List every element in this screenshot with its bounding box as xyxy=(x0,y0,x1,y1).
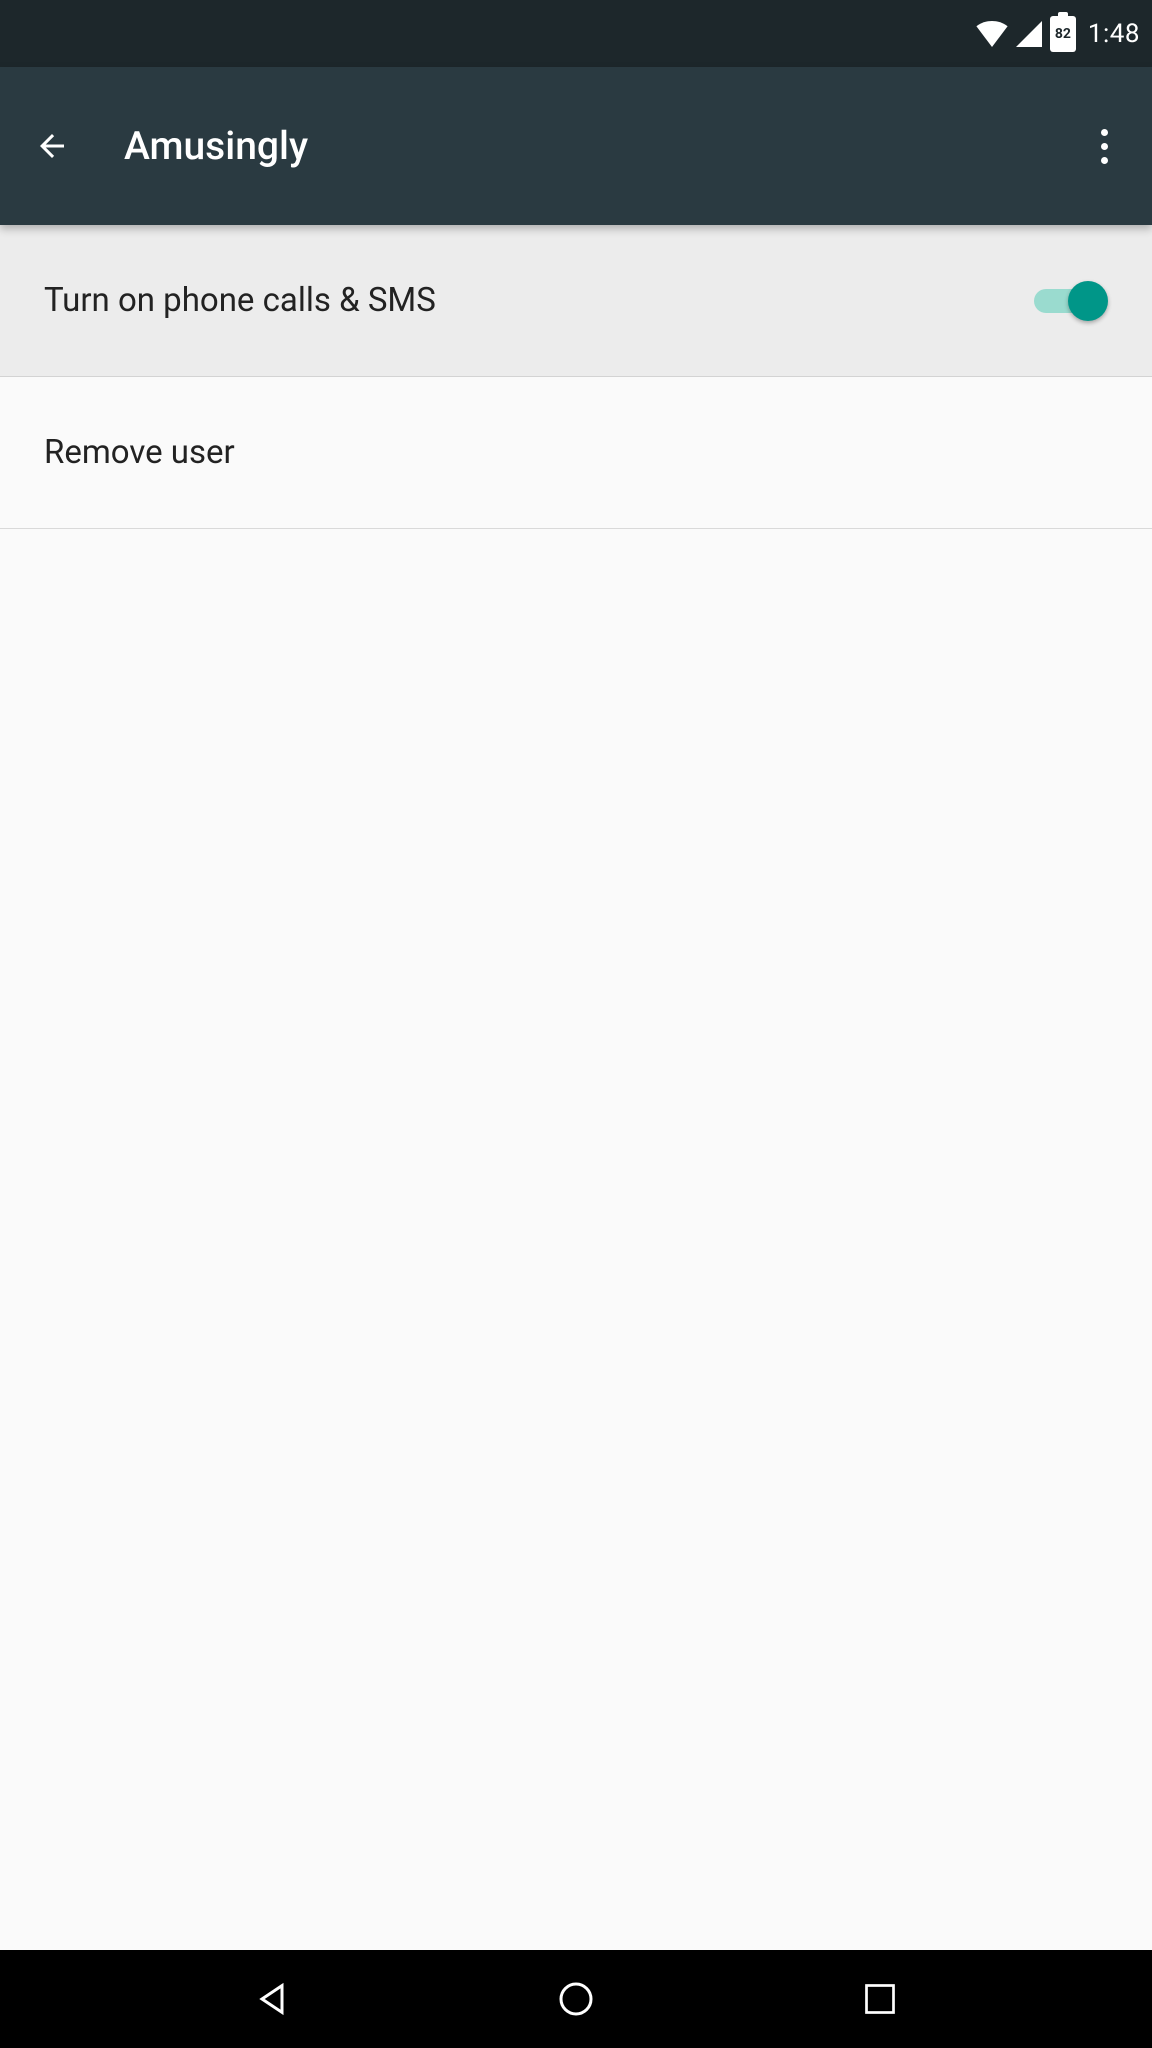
row-label: Remove user xyxy=(44,433,235,472)
more-vert-icon xyxy=(1101,129,1108,136)
nav-home-icon xyxy=(556,1979,596,2019)
cellular-signal-icon xyxy=(1016,21,1042,47)
battery-level: 82 xyxy=(1055,27,1071,41)
phone-calls-sms-toggle[interactable] xyxy=(1028,281,1108,321)
remove-user-row[interactable]: Remove user xyxy=(0,377,1152,529)
device-frame: 82 1:48 Amusingly Turn on phone calls & … xyxy=(0,0,1152,2048)
navigation-bar xyxy=(0,1950,1152,2048)
status-clock: 1:48 xyxy=(1088,19,1140,49)
nav-recent-icon xyxy=(862,1981,898,2017)
page-title: Amusingly xyxy=(124,123,308,169)
wifi-icon xyxy=(976,21,1008,47)
back-button[interactable] xyxy=(24,118,80,174)
nav-back-button[interactable] xyxy=(242,1969,302,2029)
app-bar: Amusingly xyxy=(0,67,1152,225)
phone-calls-sms-row[interactable]: Turn on phone calls & SMS xyxy=(0,225,1152,377)
status-bar: 82 1:48 xyxy=(0,0,1152,67)
overflow-menu-button[interactable] xyxy=(1072,114,1136,178)
arrow-back-icon xyxy=(34,128,70,164)
more-vert-icon xyxy=(1101,157,1108,164)
nav-back-icon xyxy=(252,1979,292,2019)
settings-list: Turn on phone calls & SMS Remove user xyxy=(0,225,1152,1950)
row-label: Turn on phone calls & SMS xyxy=(44,281,436,320)
nav-home-button[interactable] xyxy=(546,1969,606,2029)
switch-thumb xyxy=(1068,281,1108,321)
more-vert-icon xyxy=(1101,143,1108,150)
battery-icon: 82 xyxy=(1050,16,1076,52)
nav-recent-button[interactable] xyxy=(850,1969,910,2029)
